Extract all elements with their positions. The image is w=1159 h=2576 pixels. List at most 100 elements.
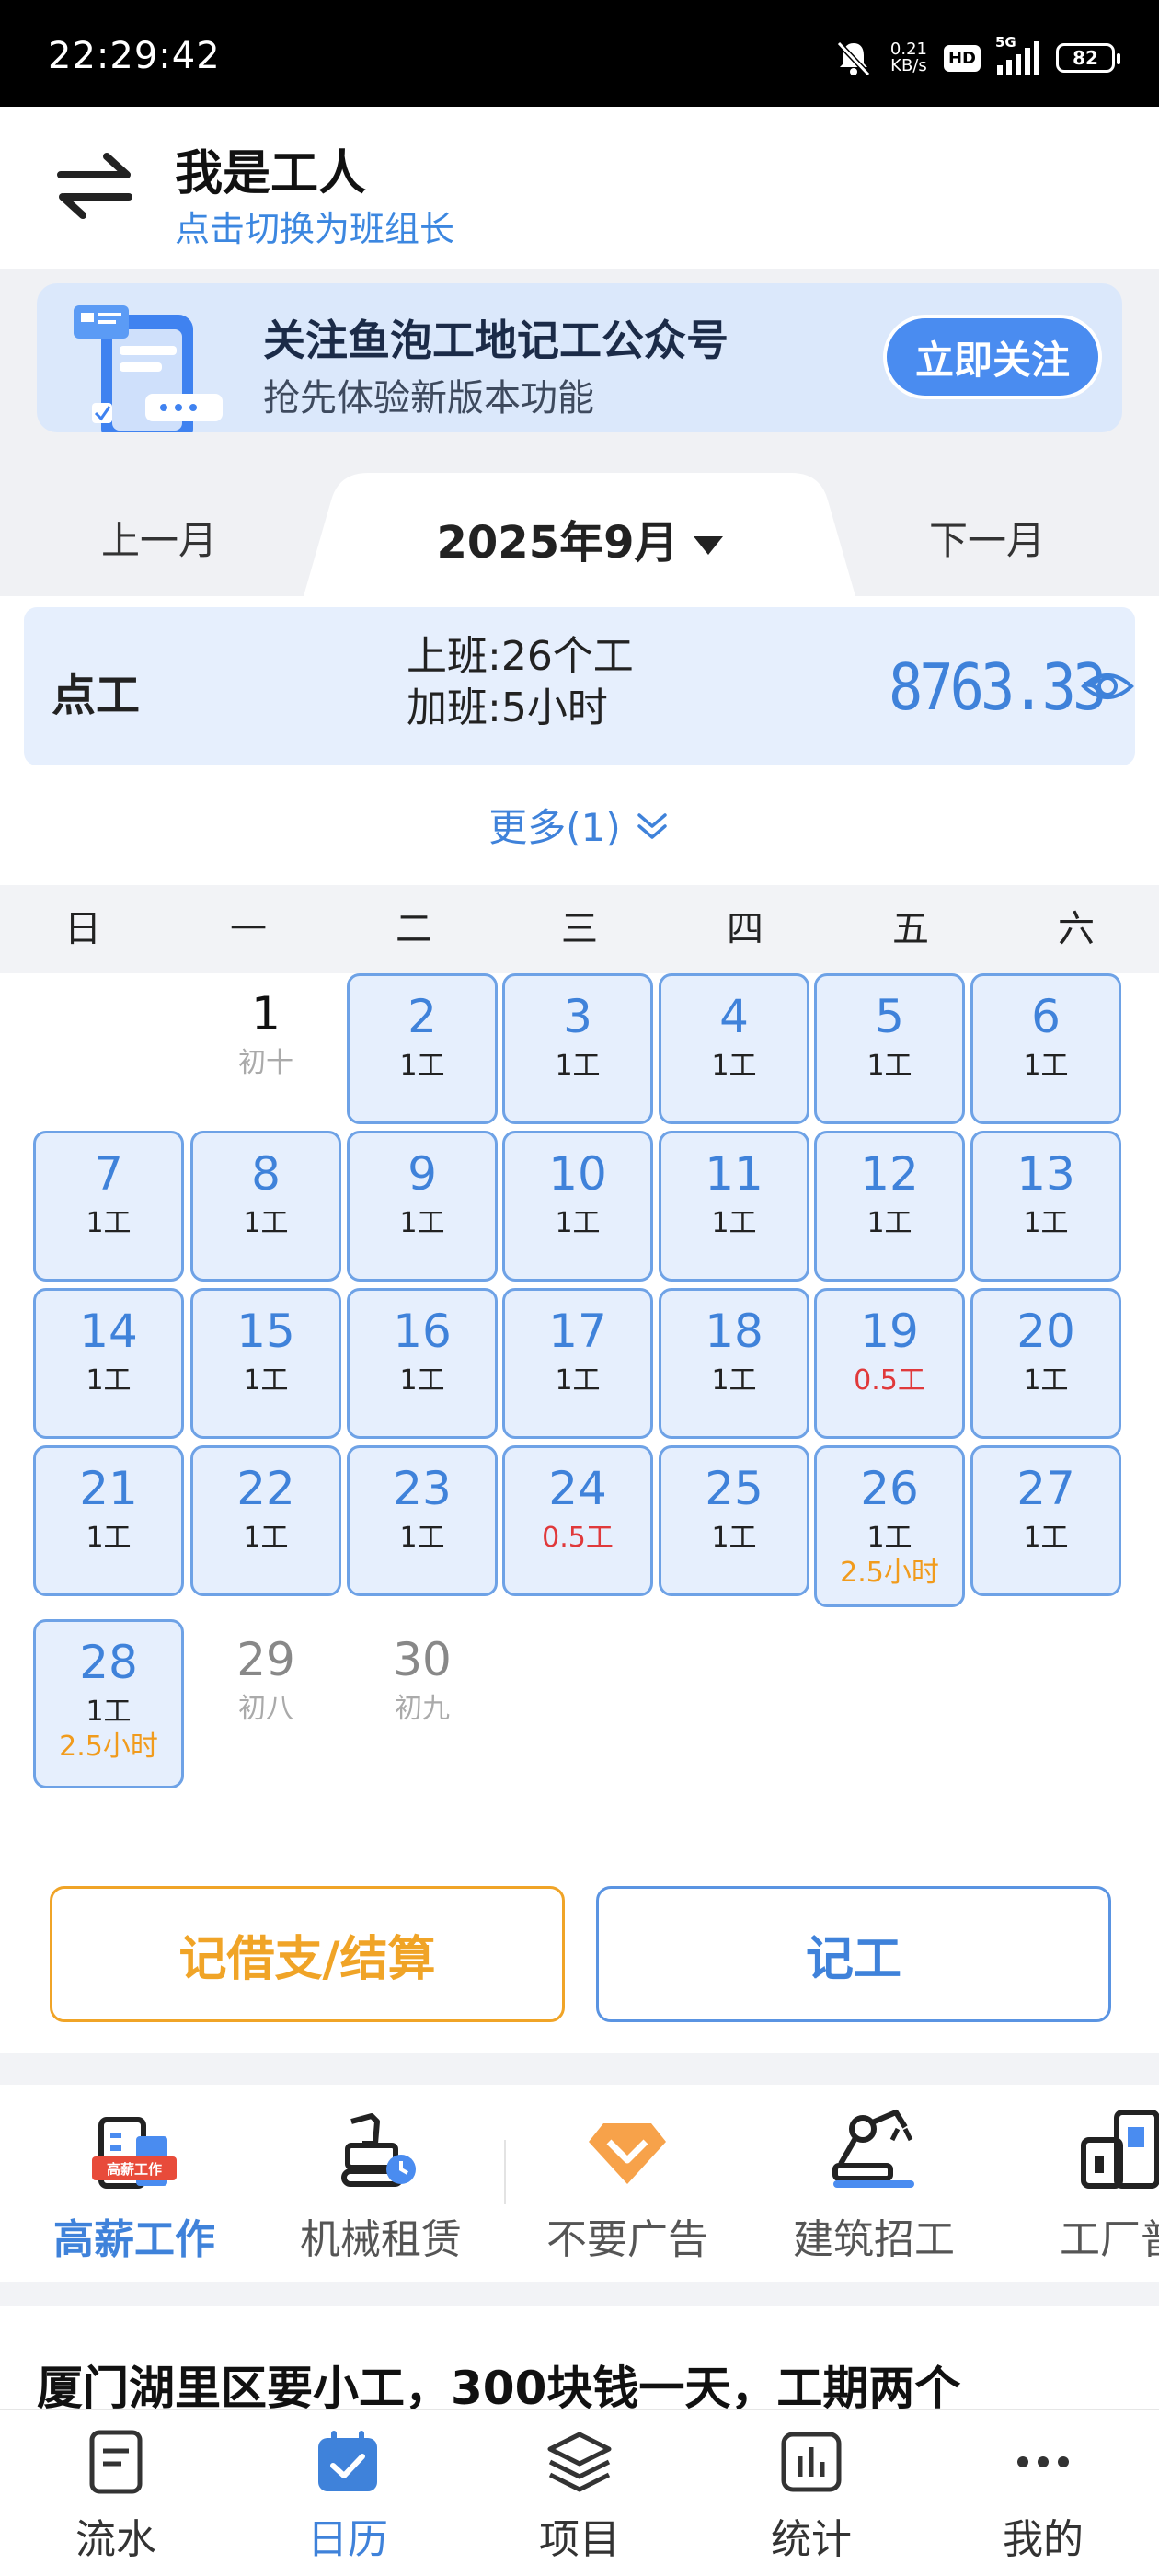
work-value: 1工	[711, 1207, 757, 1239]
settle-button[interactable]: 记借支/结算	[50, 1886, 565, 2022]
switch-role-link[interactable]: 点击切换为班组长	[175, 201, 454, 251]
calendar-day[interactable]: 21 1工	[33, 1445, 184, 1596]
network-type: 5G	[995, 34, 1016, 51]
more-dots-icon	[1010, 2429, 1076, 2495]
calendar-day[interactable]: 1 初十	[190, 973, 341, 1124]
calendar-day[interactable]: 9 1工	[347, 1131, 498, 1282]
calendar-day[interactable]: 12 1工	[814, 1131, 965, 1282]
work-value: 1工	[86, 1522, 132, 1554]
next-month-button[interactable]: 下一月	[929, 510, 1045, 566]
day-number: 3	[563, 990, 592, 1043]
status-bar: 22:29:42 0.21 KB/s HD 5G 82	[0, 0, 1159, 107]
calendar-day[interactable]: 23 1工	[347, 1445, 498, 1596]
calendar-day[interactable]: 29 初八	[190, 1619, 341, 1770]
calendar-day[interactable]: 5 1工	[814, 973, 965, 1124]
section-divider	[0, 2282, 1159, 2306]
calendar-day[interactable]: 17 1工	[502, 1288, 653, 1439]
record-work-button[interactable]: 记工	[596, 1886, 1111, 2022]
calendar-day[interactable]: 13 1工	[970, 1131, 1121, 1282]
overtime-value: 2.5小时	[840, 1557, 939, 1589]
work-value: 1工	[86, 1364, 132, 1397]
eye-icon[interactable]	[1080, 659, 1135, 714]
calendar-day[interactable]: 24 0.5工	[502, 1445, 653, 1596]
work-value: 1工	[1023, 1050, 1069, 1082]
work-value: 1工	[86, 1696, 132, 1728]
work-value: 1工	[399, 1207, 445, 1239]
factory-icon	[1074, 2103, 1159, 2195]
calendar-day[interactable]: 28 1工 2.5小时	[33, 1619, 184, 1788]
weekday-label: 四	[727, 908, 763, 950]
document-icon	[83, 2429, 149, 2495]
day-number: 15	[236, 1305, 295, 1358]
tab-statistics[interactable]: 统计	[695, 2410, 927, 2576]
calendar-day[interactable]: 20 1工	[970, 1288, 1121, 1439]
work-value: 1工	[711, 1364, 757, 1397]
day-number: 28	[79, 1636, 138, 1689]
work-value: 1工	[866, 1207, 912, 1239]
day-number: 14	[79, 1305, 138, 1358]
service-machine-rental[interactable]: 机械租赁	[258, 2085, 504, 2282]
calendar-day[interactable]: 18 1工	[659, 1288, 809, 1439]
calendar-day[interactable]: 8 1工	[190, 1131, 341, 1282]
calendar-day[interactable]: 25 1工	[659, 1445, 809, 1596]
weekday-label: 日	[64, 908, 101, 950]
follow-button[interactable]: 立即关注	[883, 315, 1102, 399]
work-value: 1工	[1023, 1364, 1069, 1397]
hd-badge: HD	[943, 44, 981, 72]
calendar-day[interactable]: 4 1工	[659, 973, 809, 1124]
tab-projects[interactable]: 项目	[464, 2410, 695, 2576]
calendar-day[interactable]: 27 1工	[970, 1445, 1121, 1596]
tab-mine[interactable]: 我的	[927, 2410, 1159, 2576]
more-link[interactable]: 更多(1)	[0, 797, 1159, 854]
phone-chat-illustration-icon	[64, 298, 248, 432]
tab-calendar[interactable]: 日历	[232, 2410, 464, 2576]
prev-month-button[interactable]: 上一月	[101, 510, 217, 566]
day-number: 19	[860, 1305, 919, 1358]
day-number: 26	[860, 1462, 919, 1515]
service-badge: 高薪工作	[107, 2161, 162, 2178]
month-summary-card[interactable]: 点工 上班:26个工 加班:5小时 8763.33	[24, 607, 1135, 765]
service-construction-hiring[interactable]: 建筑招工	[751, 2085, 997, 2282]
calendar-day[interactable]: 16 1工	[347, 1288, 498, 1439]
day-number: 7	[94, 1147, 123, 1201]
calendar-day[interactable]: 10 1工	[502, 1131, 653, 1282]
calendar-day[interactable]: 22 1工	[190, 1445, 341, 1596]
month-selector[interactable]: 2025年9月	[304, 473, 855, 596]
day-number: 8	[251, 1147, 281, 1201]
work-value: 1工	[1023, 1207, 1069, 1239]
overtime-value: 2.5小时	[59, 1731, 158, 1763]
calendar-day[interactable]: 26 1工 2.5小时	[814, 1445, 965, 1607]
service-factory-general[interactable]: 工厂普	[997, 2085, 1159, 2282]
calendar-day[interactable]: 30 初九	[347, 1619, 498, 1770]
calendar-day[interactable]: 14 1工	[33, 1288, 184, 1439]
day-number: 10	[548, 1147, 607, 1201]
calendar-day[interactable]: 11 1工	[659, 1131, 809, 1282]
calendar-grid: 1 初十 2 1工 3 1工 4 1工 5 1工 6 1工 7 1工 8 1工 9 1工 10 1工 11 1工 12 1工 1…	[0, 973, 1159, 1801]
current-month[interactable]: 2025年9月	[304, 506, 855, 570]
calendar-day[interactable]: 3 1工	[502, 973, 653, 1124]
service-no-ads[interactable]: 不要广告	[504, 2085, 751, 2282]
day-number: 2	[407, 990, 437, 1043]
tab-label: 流水	[75, 2516, 156, 2563]
work-value: 0.5工	[854, 1364, 925, 1397]
service-high-pay-jobs[interactable]: 高薪工作 高薪工作	[11, 2085, 258, 2282]
switch-role-icon[interactable]	[53, 144, 136, 226]
tab-ledger[interactable]: 流水	[0, 2410, 232, 2576]
more-label: 更多(1)	[488, 805, 621, 850]
banner-subtitle: 抢先体验新版本功能	[263, 377, 594, 420]
promo-banner[interactable]: 关注鱼泡工地记工公众号 抢先体验新版本功能 立即关注	[37, 283, 1122, 432]
weekday-label: 二	[396, 908, 432, 950]
calendar-day[interactable]: 15 1工	[190, 1288, 341, 1439]
day-number: 18	[705, 1305, 763, 1358]
lunar-date: 初九	[395, 1693, 450, 1725]
work-value: 1工	[866, 1050, 912, 1082]
work-value: 1工	[711, 1050, 757, 1082]
calendar-day[interactable]: 2 1工	[347, 973, 498, 1124]
work-value: 0.5工	[542, 1522, 614, 1554]
calendar-day[interactable]: 19 0.5工	[814, 1288, 965, 1439]
calendar-day[interactable]: 7 1工	[33, 1131, 184, 1282]
calendar-day[interactable]: 6 1工	[970, 973, 1121, 1124]
net-speed-unit: KB/s	[890, 56, 927, 75]
day-number: 21	[79, 1462, 138, 1515]
total-amount: 8763.33	[889, 650, 1107, 725]
